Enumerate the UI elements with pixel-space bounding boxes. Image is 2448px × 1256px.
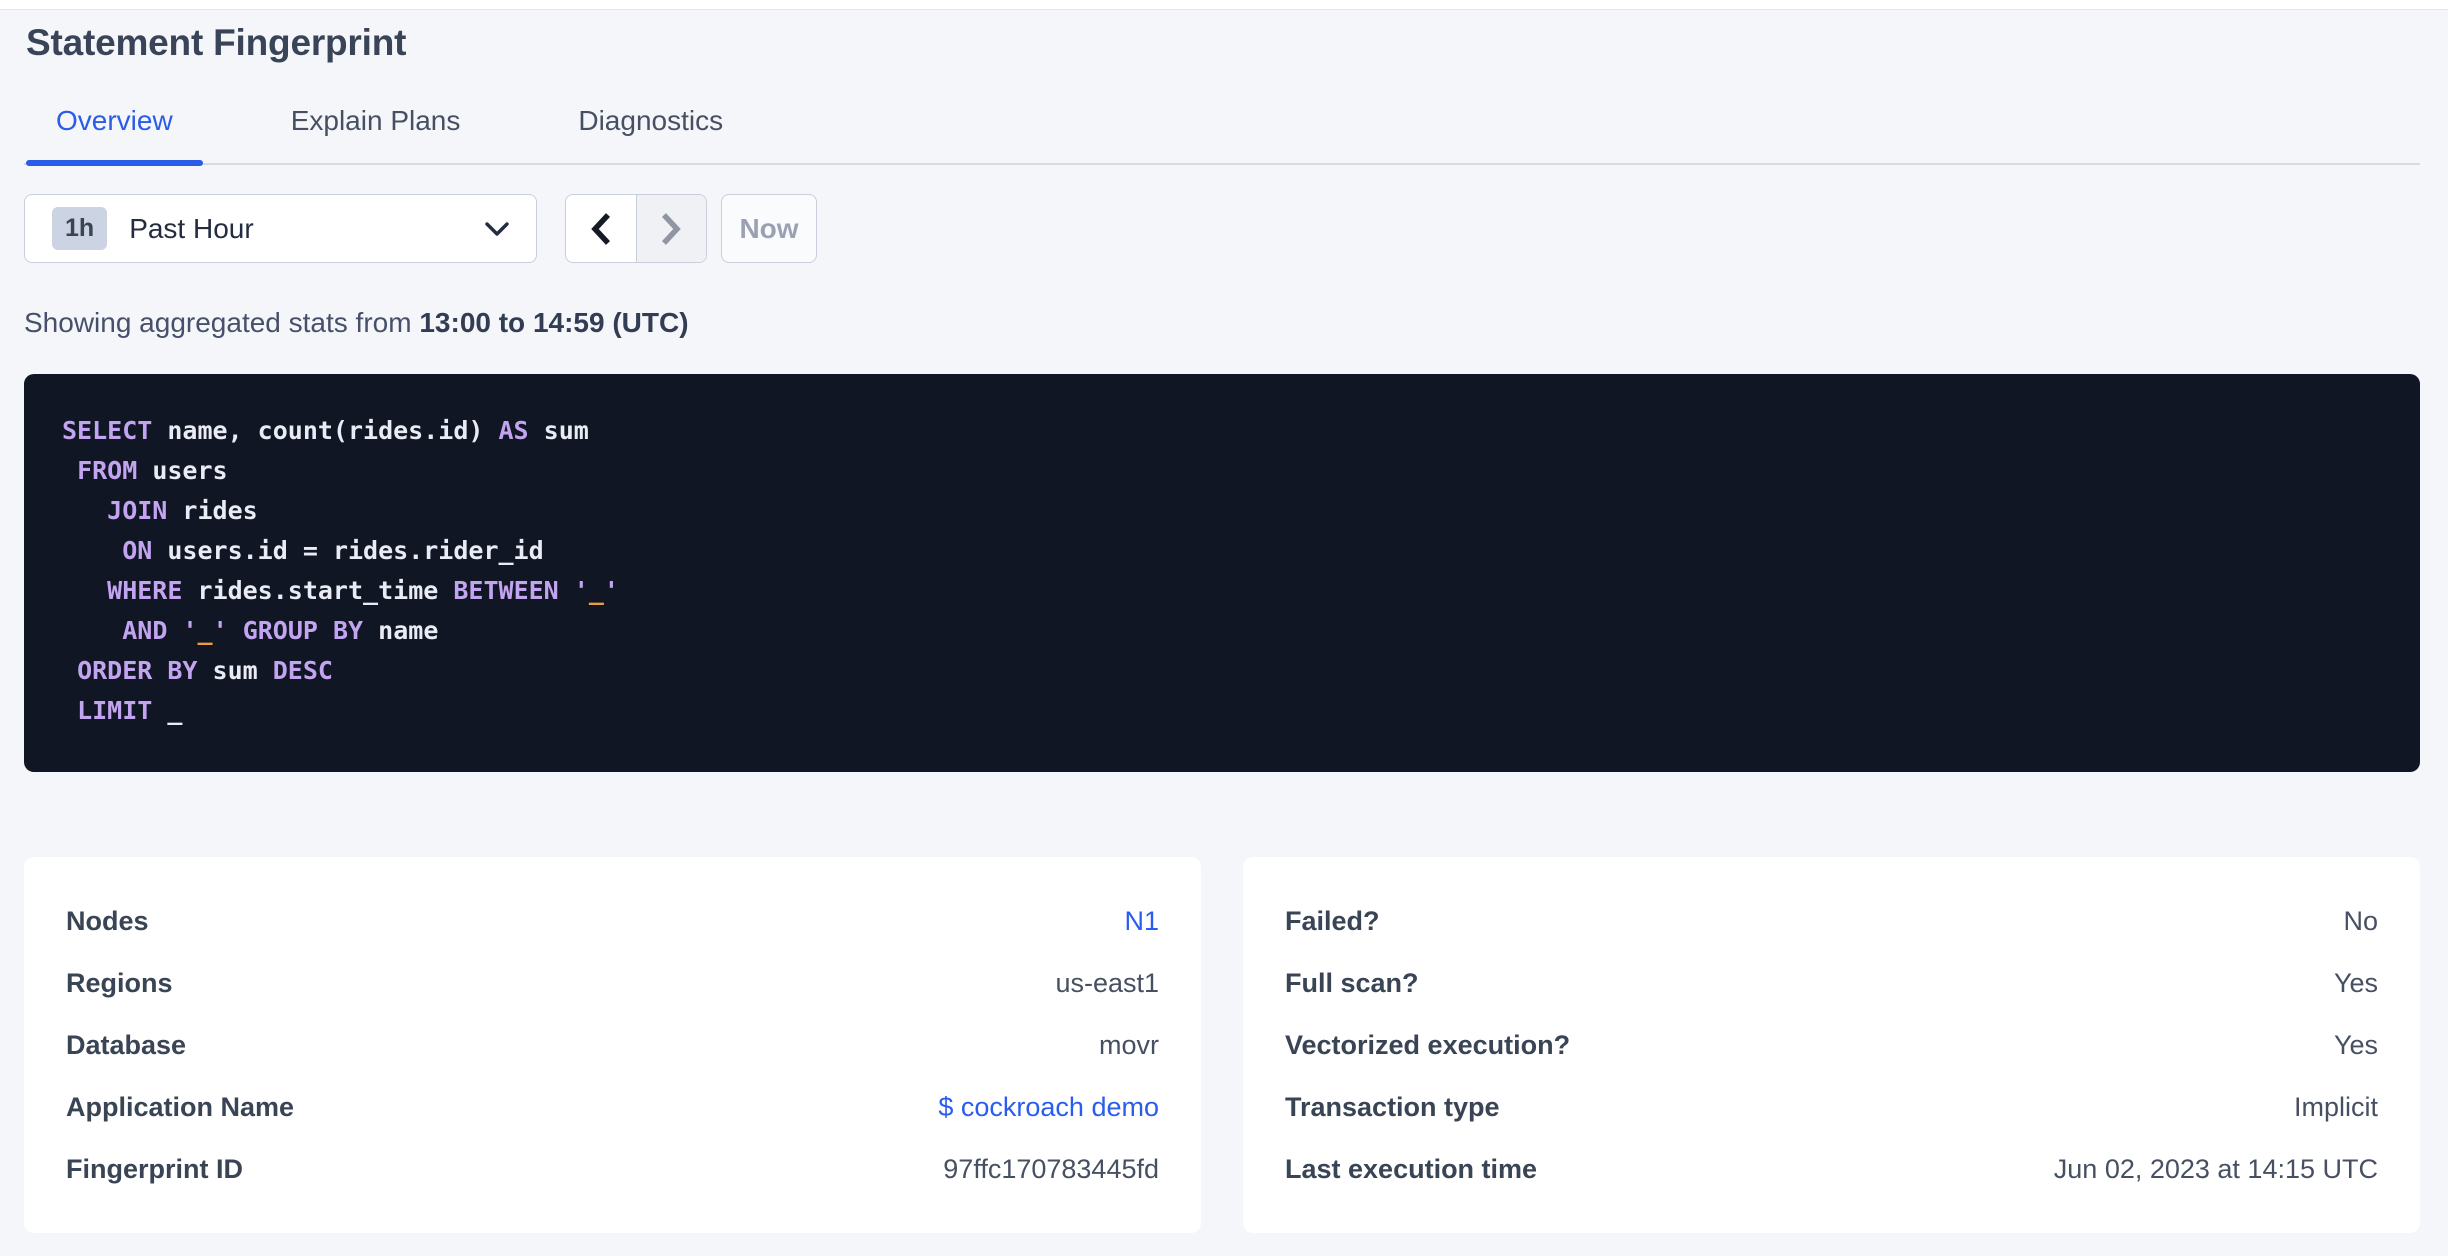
sql-line: JOIN rides [107,496,258,525]
table-row: Regions us-east1 [66,952,1159,1014]
row-label: Fingerprint ID [66,1153,243,1184]
sql-line: WHERE rides.start_time BETWEEN '_' [107,576,619,605]
sql-line: ORDER BY sum DESC [77,656,333,685]
table-row: Full scan? Yes [1285,952,2378,1014]
table-row: Nodes N1 [66,890,1159,952]
sql-line: FROM users [77,456,228,485]
row-value: movr [1099,1029,1159,1060]
card-left-rows: Nodes N1 Regions us-east1 Database movr Applic… [66,890,1159,1200]
sql-line: LIMIT _ [77,696,183,725]
row-label: Nodes [66,905,149,936]
row-label: Transaction type [1285,1091,1500,1122]
table-row: Database movr [66,1014,1159,1076]
page-title: Statement Fingerprint [26,22,407,63]
row-label: Vectorized execution? [1285,1029,1571,1060]
row-label: Application Name [66,1091,295,1122]
row-label: Regions [66,967,173,998]
row-value: 97ffc170783445fd [943,1153,1159,1184]
next-time-button[interactable] [635,195,706,262]
tab-diagnostics[interactable]: Diagnostics [548,103,753,163]
row-value-link[interactable]: N1 [1124,906,1159,937]
table-row: Failed? No [1285,890,2378,952]
now-button[interactable]: Now [721,194,817,263]
stats-summary: Showing aggregated stats from 13:00 to 1… [24,308,2420,338]
statement-fingerprint-page: Statement Fingerprint Overview Explain P… [0,23,2448,1233]
chevron-down-icon [484,221,510,237]
tab-explain-plans[interactable]: Explain Plans [261,103,491,163]
detail-cards: Nodes N1 Regions us-east1 Database movr Applic… [24,857,2420,1233]
card-right-rows: Failed? No Full scan? Yes Vectorized executi… [1285,890,2378,1200]
table-row: Transaction type Implicit [1285,1076,2378,1138]
active-tab-indicator [26,160,203,166]
row-value: No [2343,905,2378,936]
chevron-left-icon [590,212,612,246]
stats-summary-prefix: Showing aggregated stats from [24,307,420,338]
sql-line: AND '_' GROUP BY name [122,616,439,645]
time-toolbar: 1h Past Hour Now [24,194,2420,263]
time-range-badge: 1h [52,207,108,250]
row-label: Database [66,1029,187,1060]
table-row: Application Name $ cockroach demo [66,1076,1159,1138]
prev-time-button[interactable] [566,195,636,262]
time-step-control [565,194,707,263]
row-value: Yes [2333,967,2378,998]
table-row: Vectorized execution? Yes [1285,1014,2378,1076]
sql-line: SELECT name, count(rides.id) AS sum [62,416,589,445]
sql-line: ON users.id = rides.rider_id [122,536,544,565]
tab-overview-label: Overview [56,105,173,136]
tab-explain-plans-label: Explain Plans [290,105,461,136]
row-label: Full scan? [1285,967,1419,998]
row-value: us-east1 [1055,967,1159,998]
tab-overview[interactable]: Overview [26,103,203,166]
row-value: Yes [2333,1029,2378,1060]
chevron-right-icon [660,212,682,246]
row-label: Last execution time [1285,1153,1538,1184]
table-row: Fingerprint ID 97ffc170783445fd [66,1138,1159,1200]
tab-bar: Overview Explain Plans Diagnostics [24,103,2420,166]
stats-summary-range: 13:00 to 14:59 (UTC) [419,307,689,338]
time-range-dropdown[interactable]: 1h Past Hour [24,194,537,263]
time-range-label: Past Hour [129,212,254,244]
row-value-link[interactable]: $ cockroach demo [938,1092,1159,1123]
table-row: Last execution time Jun 02, 2023 at 14:15… [1285,1138,2378,1200]
card-right: Failed? No Full scan? Yes Vectorized executi… [1243,857,2420,1233]
row-value: Implicit [2293,1091,2378,1122]
row-value: Jun 02, 2023 at 14:15 UTC [2053,1153,2378,1184]
page-top-border [0,0,2448,10]
card-left: Nodes N1 Regions us-east1 Database movr Applic… [24,857,1201,1233]
sql-code: SELECT name, count(rides.id) AS sum FROM… [24,374,2420,772]
row-label: Failed? [1285,905,1380,936]
tab-diagnostics-label: Diagnostics [578,105,724,136]
